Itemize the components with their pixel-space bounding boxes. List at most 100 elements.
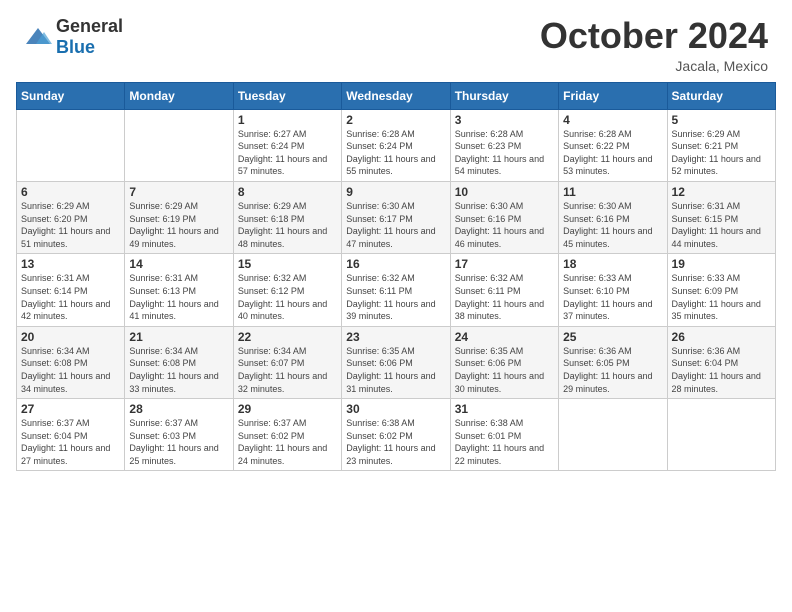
day-info: Sunrise: 6:29 AMSunset: 6:18 PMDaylight:… (238, 200, 337, 250)
day-number: 12 (672, 185, 771, 199)
calendar-cell: 10Sunrise: 6:30 AMSunset: 6:16 PMDayligh… (450, 181, 558, 253)
weekday-header-sunday: Sunday (17, 82, 125, 109)
day-number: 14 (129, 257, 228, 271)
sunset-text: Sunset: 6:20 PM (21, 213, 120, 226)
day-info: Sunrise: 6:30 AMSunset: 6:16 PMDaylight:… (455, 200, 554, 250)
calendar-cell: 1Sunrise: 6:27 AMSunset: 6:24 PMDaylight… (233, 109, 341, 181)
calendar-cell: 19Sunrise: 6:33 AMSunset: 6:09 PMDayligh… (667, 254, 775, 326)
day-number: 13 (21, 257, 120, 271)
weekday-header-tuesday: Tuesday (233, 82, 341, 109)
calendar-header: SundayMondayTuesdayWednesdayThursdayFrid… (17, 82, 776, 109)
day-number: 6 (21, 185, 120, 199)
sunset-text: Sunset: 6:03 PM (129, 430, 228, 443)
daylight-text: Daylight: 11 hours and 46 minutes. (455, 225, 554, 250)
day-number: 20 (21, 330, 120, 344)
weekday-row: SundayMondayTuesdayWednesdayThursdayFrid… (17, 82, 776, 109)
day-info: Sunrise: 6:38 AMSunset: 6:02 PMDaylight:… (346, 417, 445, 467)
calendar-cell: 17Sunrise: 6:32 AMSunset: 6:11 PMDayligh… (450, 254, 558, 326)
day-number: 26 (672, 330, 771, 344)
day-info: Sunrise: 6:28 AMSunset: 6:22 PMDaylight:… (563, 128, 662, 178)
sunset-text: Sunset: 6:16 PM (455, 213, 554, 226)
daylight-text: Daylight: 11 hours and 37 minutes. (563, 298, 662, 323)
daylight-text: Daylight: 11 hours and 39 minutes. (346, 298, 445, 323)
calendar-cell: 29Sunrise: 6:37 AMSunset: 6:02 PMDayligh… (233, 399, 341, 471)
calendar-cell: 8Sunrise: 6:29 AMSunset: 6:18 PMDaylight… (233, 181, 341, 253)
daylight-text: Daylight: 11 hours and 35 minutes. (672, 298, 771, 323)
day-number: 8 (238, 185, 337, 199)
daylight-text: Daylight: 11 hours and 29 minutes. (563, 370, 662, 395)
sunrise-text: Sunrise: 6:29 AM (21, 200, 120, 213)
day-number: 7 (129, 185, 228, 199)
weekday-header-thursday: Thursday (450, 82, 558, 109)
sunrise-text: Sunrise: 6:37 AM (129, 417, 228, 430)
day-info: Sunrise: 6:37 AMSunset: 6:02 PMDaylight:… (238, 417, 337, 467)
sunset-text: Sunset: 6:19 PM (129, 213, 228, 226)
day-number: 24 (455, 330, 554, 344)
calendar-cell: 25Sunrise: 6:36 AMSunset: 6:05 PMDayligh… (559, 326, 667, 398)
day-info: Sunrise: 6:33 AMSunset: 6:10 PMDaylight:… (563, 272, 662, 322)
day-info: Sunrise: 6:36 AMSunset: 6:04 PMDaylight:… (672, 345, 771, 395)
day-info: Sunrise: 6:35 AMSunset: 6:06 PMDaylight:… (346, 345, 445, 395)
calendar-cell: 12Sunrise: 6:31 AMSunset: 6:15 PMDayligh… (667, 181, 775, 253)
daylight-text: Daylight: 11 hours and 34 minutes. (21, 370, 120, 395)
day-number: 23 (346, 330, 445, 344)
day-number: 29 (238, 402, 337, 416)
title-area: October 2024 Jacala, Mexico (540, 16, 768, 74)
day-info: Sunrise: 6:31 AMSunset: 6:13 PMDaylight:… (129, 272, 228, 322)
location: Jacala, Mexico (540, 58, 768, 74)
daylight-text: Daylight: 11 hours and 25 minutes. (129, 442, 228, 467)
daylight-text: Daylight: 11 hours and 22 minutes. (455, 442, 554, 467)
daylight-text: Daylight: 11 hours and 33 minutes. (129, 370, 228, 395)
day-info: Sunrise: 6:36 AMSunset: 6:05 PMDaylight:… (563, 345, 662, 395)
sunset-text: Sunset: 6:15 PM (672, 213, 771, 226)
day-number: 25 (563, 330, 662, 344)
day-number: 27 (21, 402, 120, 416)
sunrise-text: Sunrise: 6:32 AM (455, 272, 554, 285)
day-number: 4 (563, 113, 662, 127)
sunrise-text: Sunrise: 6:30 AM (455, 200, 554, 213)
day-info: Sunrise: 6:35 AMSunset: 6:06 PMDaylight:… (455, 345, 554, 395)
day-info: Sunrise: 6:32 AMSunset: 6:11 PMDaylight:… (455, 272, 554, 322)
sunrise-text: Sunrise: 6:36 AM (672, 345, 771, 358)
calendar-cell: 27Sunrise: 6:37 AMSunset: 6:04 PMDayligh… (17, 399, 125, 471)
logo-text: General Blue (56, 16, 123, 58)
calendar-cell: 15Sunrise: 6:32 AMSunset: 6:12 PMDayligh… (233, 254, 341, 326)
day-number: 22 (238, 330, 337, 344)
day-info: Sunrise: 6:38 AMSunset: 6:01 PMDaylight:… (455, 417, 554, 467)
day-number: 19 (672, 257, 771, 271)
day-number: 10 (455, 185, 554, 199)
sunrise-text: Sunrise: 6:28 AM (455, 128, 554, 141)
logo: General Blue (24, 16, 123, 58)
calendar-cell: 23Sunrise: 6:35 AMSunset: 6:06 PMDayligh… (342, 326, 450, 398)
daylight-text: Daylight: 11 hours and 52 minutes. (672, 153, 771, 178)
calendar-cell: 28Sunrise: 6:37 AMSunset: 6:03 PMDayligh… (125, 399, 233, 471)
daylight-text: Daylight: 11 hours and 32 minutes. (238, 370, 337, 395)
sunset-text: Sunset: 6:08 PM (21, 357, 120, 370)
day-number: 18 (563, 257, 662, 271)
calendar-cell: 13Sunrise: 6:31 AMSunset: 6:14 PMDayligh… (17, 254, 125, 326)
sunrise-text: Sunrise: 6:27 AM (238, 128, 337, 141)
day-info: Sunrise: 6:37 AMSunset: 6:03 PMDaylight:… (129, 417, 228, 467)
sunset-text: Sunset: 6:22 PM (563, 140, 662, 153)
week-row-1: 1Sunrise: 6:27 AMSunset: 6:24 PMDaylight… (17, 109, 776, 181)
calendar-table: SundayMondayTuesdayWednesdayThursdayFrid… (16, 82, 776, 472)
day-info: Sunrise: 6:29 AMSunset: 6:21 PMDaylight:… (672, 128, 771, 178)
sunset-text: Sunset: 6:06 PM (346, 357, 445, 370)
daylight-text: Daylight: 11 hours and 40 minutes. (238, 298, 337, 323)
day-info: Sunrise: 6:33 AMSunset: 6:09 PMDaylight:… (672, 272, 771, 322)
day-info: Sunrise: 6:37 AMSunset: 6:04 PMDaylight:… (21, 417, 120, 467)
sunrise-text: Sunrise: 6:34 AM (238, 345, 337, 358)
calendar-cell: 26Sunrise: 6:36 AMSunset: 6:04 PMDayligh… (667, 326, 775, 398)
page: General Blue October 2024 Jacala, Mexico… (0, 0, 792, 612)
day-info: Sunrise: 6:31 AMSunset: 6:14 PMDaylight:… (21, 272, 120, 322)
calendar-cell: 6Sunrise: 6:29 AMSunset: 6:20 PMDaylight… (17, 181, 125, 253)
sunrise-text: Sunrise: 6:31 AM (672, 200, 771, 213)
calendar-cell: 7Sunrise: 6:29 AMSunset: 6:19 PMDaylight… (125, 181, 233, 253)
calendar-cell: 22Sunrise: 6:34 AMSunset: 6:07 PMDayligh… (233, 326, 341, 398)
daylight-text: Daylight: 11 hours and 44 minutes. (672, 225, 771, 250)
sunrise-text: Sunrise: 6:36 AM (563, 345, 662, 358)
sunset-text: Sunset: 6:06 PM (455, 357, 554, 370)
day-info: Sunrise: 6:34 AMSunset: 6:08 PMDaylight:… (21, 345, 120, 395)
day-info: Sunrise: 6:27 AMSunset: 6:24 PMDaylight:… (238, 128, 337, 178)
sunset-text: Sunset: 6:13 PM (129, 285, 228, 298)
